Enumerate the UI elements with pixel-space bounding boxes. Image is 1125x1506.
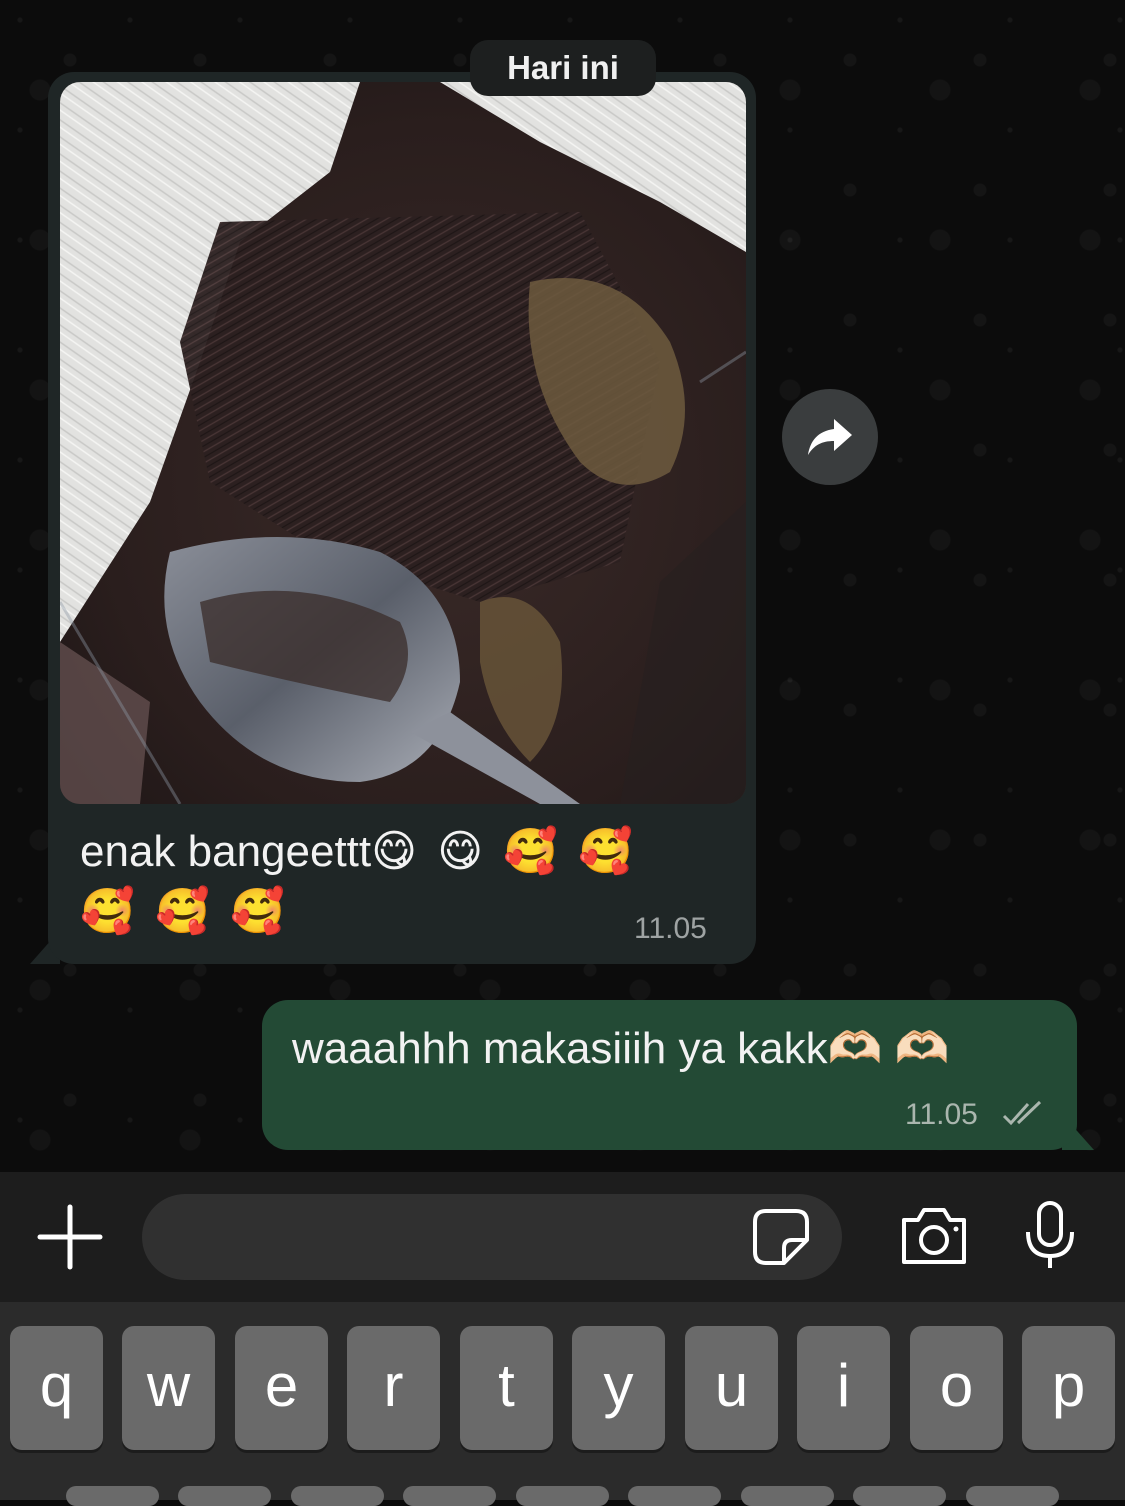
key-row2-partial[interactable] — [741, 1486, 834, 1506]
outgoing-timestamp: 11.05 — [905, 1098, 978, 1131]
outgoing-emoji: 🫶🏻 🫶🏻 — [827, 1024, 950, 1073]
sticker-button[interactable] — [750, 1206, 812, 1268]
forward-button[interactable] — [782, 389, 878, 485]
key-i[interactable]: i — [797, 1326, 890, 1450]
read-receipt-icon — [1002, 1098, 1048, 1135]
key-y[interactable]: y — [572, 1326, 665, 1450]
key-row2-partial[interactable] — [516, 1486, 609, 1506]
incoming-emoji-line1: 😋 😋 🥰 🥰 — [371, 827, 638, 876]
key-o[interactable]: o — [910, 1326, 1003, 1450]
dessert-photo[interactable] — [60, 82, 746, 804]
key-t[interactable]: t — [460, 1326, 553, 1450]
outgoing-text: waaahhh makasiiih ya kakk — [292, 1024, 828, 1073]
incoming-timestamp: 11.05 — [634, 912, 707, 945]
outgoing-message-text: waaahhh makasiiih ya kakk🫶🏻 🫶🏻 — [292, 1020, 949, 1078]
attach-button[interactable] — [36, 1203, 104, 1271]
key-r[interactable]: r — [347, 1326, 440, 1450]
key-u[interactable]: u — [685, 1326, 778, 1450]
key-row2-partial[interactable] — [291, 1486, 384, 1506]
camera-button[interactable] — [898, 1204, 970, 1268]
key-w[interactable]: w — [122, 1326, 215, 1450]
camera-icon — [902, 1208, 966, 1264]
key-row2-partial[interactable] — [853, 1486, 946, 1506]
key-row2-partial[interactable] — [966, 1486, 1059, 1506]
plus-icon — [37, 1204, 103, 1270]
date-separator: Hari ini — [470, 40, 656, 96]
key-row2-partial[interactable] — [403, 1486, 496, 1506]
key-row2-partial[interactable] — [178, 1486, 271, 1506]
forward-icon — [808, 419, 852, 455]
microphone-icon — [1026, 1201, 1074, 1268]
key-row2-partial[interactable] — [66, 1486, 159, 1506]
key-e[interactable]: e — [235, 1326, 328, 1450]
incoming-emoji-line2: 🥰 🥰 🥰 — [80, 887, 289, 936]
incoming-text: enak bangeettt — [80, 827, 372, 876]
key-p[interactable]: p — [1022, 1326, 1115, 1450]
incoming-message-text: enak bangeettt😋 😋 🥰 🥰 🥰 🥰 🥰 — [80, 822, 720, 942]
message-input[interactable] — [142, 1194, 842, 1280]
key-row2-partial[interactable] — [628, 1486, 721, 1506]
key-q[interactable]: q — [10, 1326, 103, 1450]
sticker-icon — [753, 1209, 809, 1265]
voice-record-button[interactable] — [1022, 1200, 1078, 1272]
